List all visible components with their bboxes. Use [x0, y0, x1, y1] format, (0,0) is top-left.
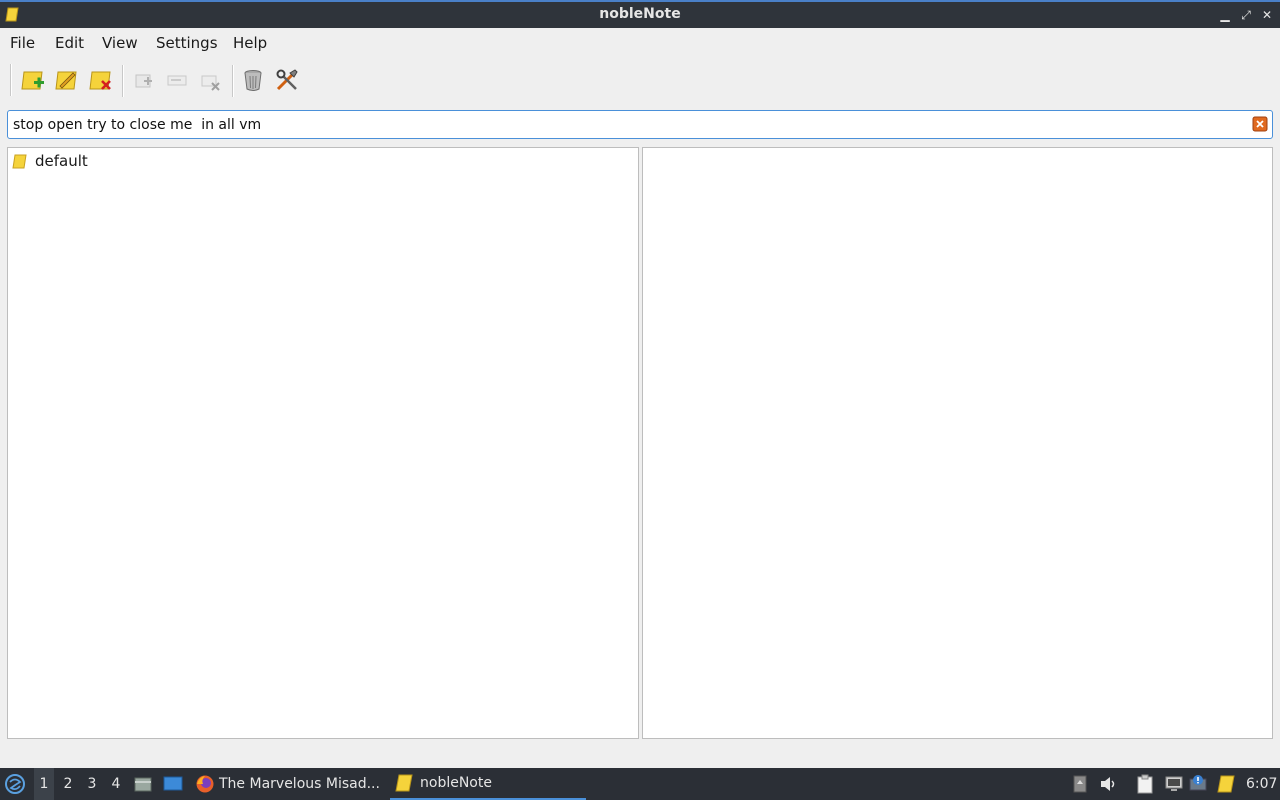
- trash-button[interactable]: [240, 67, 266, 93]
- toolbar: [0, 57, 1280, 105]
- search-input[interactable]: [13, 114, 1243, 136]
- workspace-2[interactable]: 2: [58, 768, 78, 800]
- folder-label: default: [35, 152, 88, 170]
- tray-network[interactable]: [1164, 768, 1184, 800]
- delete-note-button[interactable]: [198, 67, 224, 93]
- minimize-button[interactable]: ▁: [1216, 6, 1234, 24]
- network-icon: [1165, 776, 1183, 791]
- toolbar-separator: [122, 65, 124, 97]
- notification-icon: [1189, 775, 1207, 791]
- window-title: nobleNote: [599, 6, 681, 22]
- settings-icon: [276, 69, 298, 91]
- rename-folder-icon: [55, 71, 77, 90]
- removable-drive-icon: [1073, 775, 1087, 793]
- workspace-4[interactable]: 4: [106, 768, 126, 800]
- tray-volume[interactable]: [1099, 768, 1119, 800]
- tray-noblenote[interactable]: [1216, 768, 1236, 800]
- taskbar: 1 2 3 4 The Marvelous Misad... nobleNote: [0, 768, 1280, 800]
- toolbar-grip[interactable]: [10, 64, 12, 96]
- start-menu-icon: [5, 774, 25, 794]
- file-manager-launcher[interactable]: [134, 768, 154, 800]
- title-bar: nobleNote ▁ ⤢ ✕: [0, 0, 1280, 28]
- task-label: nobleNote: [420, 775, 492, 791]
- menu-help[interactable]: Help: [233, 34, 267, 52]
- workspace-1[interactable]: 1: [34, 768, 54, 800]
- noblenote-tray-icon: [1217, 775, 1235, 793]
- close-button[interactable]: ✕: [1258, 6, 1276, 24]
- delete-note-icon: [201, 75, 220, 91]
- noblenote-icon: [395, 774, 413, 792]
- delete-folder-button[interactable]: [88, 67, 114, 93]
- search-bar: [7, 110, 1273, 139]
- new-note-button[interactable]: [130, 67, 156, 93]
- toolbar-separator: [232, 65, 234, 97]
- menu-bar: File Edit View Settings Help: [0, 28, 1280, 57]
- maximize-button[interactable]: ⤢: [1237, 6, 1255, 24]
- start-menu-button[interactable]: [4, 768, 28, 800]
- tray-storage[interactable]: [1072, 768, 1090, 800]
- rename-note-icon: [167, 75, 187, 86]
- tray-clipboard[interactable]: [1136, 768, 1156, 800]
- settings-button[interactable]: [274, 67, 300, 93]
- workspace-3[interactable]: 3: [82, 768, 102, 800]
- clock[interactable]: 6:07: [1246, 768, 1277, 800]
- volume-icon: [1101, 777, 1115, 791]
- new-folder-button[interactable]: [20, 67, 46, 93]
- file-manager-icon: [134, 777, 152, 792]
- notebook-icon: [12, 154, 27, 168]
- folder-list[interactable]: default: [7, 147, 639, 739]
- menu-view[interactable]: View: [102, 34, 138, 52]
- firefox-icon: [196, 775, 214, 793]
- clear-search-icon[interactable]: [1252, 116, 1268, 132]
- tray-notifications[interactable]: [1188, 768, 1210, 800]
- show-desktop-icon: [163, 776, 183, 791]
- task-noblenote[interactable]: nobleNote: [390, 768, 586, 800]
- new-folder-icon: [21, 71, 44, 90]
- clipboard-icon: [1137, 774, 1153, 794]
- note-list[interactable]: [642, 147, 1273, 739]
- desktop-launcher[interactable]: [163, 768, 185, 800]
- task-label: The Marvelous Misad...: [219, 776, 380, 792]
- task-firefox[interactable]: The Marvelous Misad...: [195, 768, 385, 800]
- menu-file[interactable]: File: [10, 34, 35, 52]
- trash-icon: [244, 70, 262, 91]
- menu-settings[interactable]: Settings: [156, 34, 218, 52]
- rename-note-button[interactable]: [164, 67, 190, 93]
- menu-edit[interactable]: Edit: [55, 34, 84, 52]
- folder-item[interactable]: default: [12, 151, 88, 171]
- new-note-icon: [135, 74, 152, 88]
- delete-folder-icon: [89, 71, 111, 90]
- rename-folder-button[interactable]: [54, 67, 80, 93]
